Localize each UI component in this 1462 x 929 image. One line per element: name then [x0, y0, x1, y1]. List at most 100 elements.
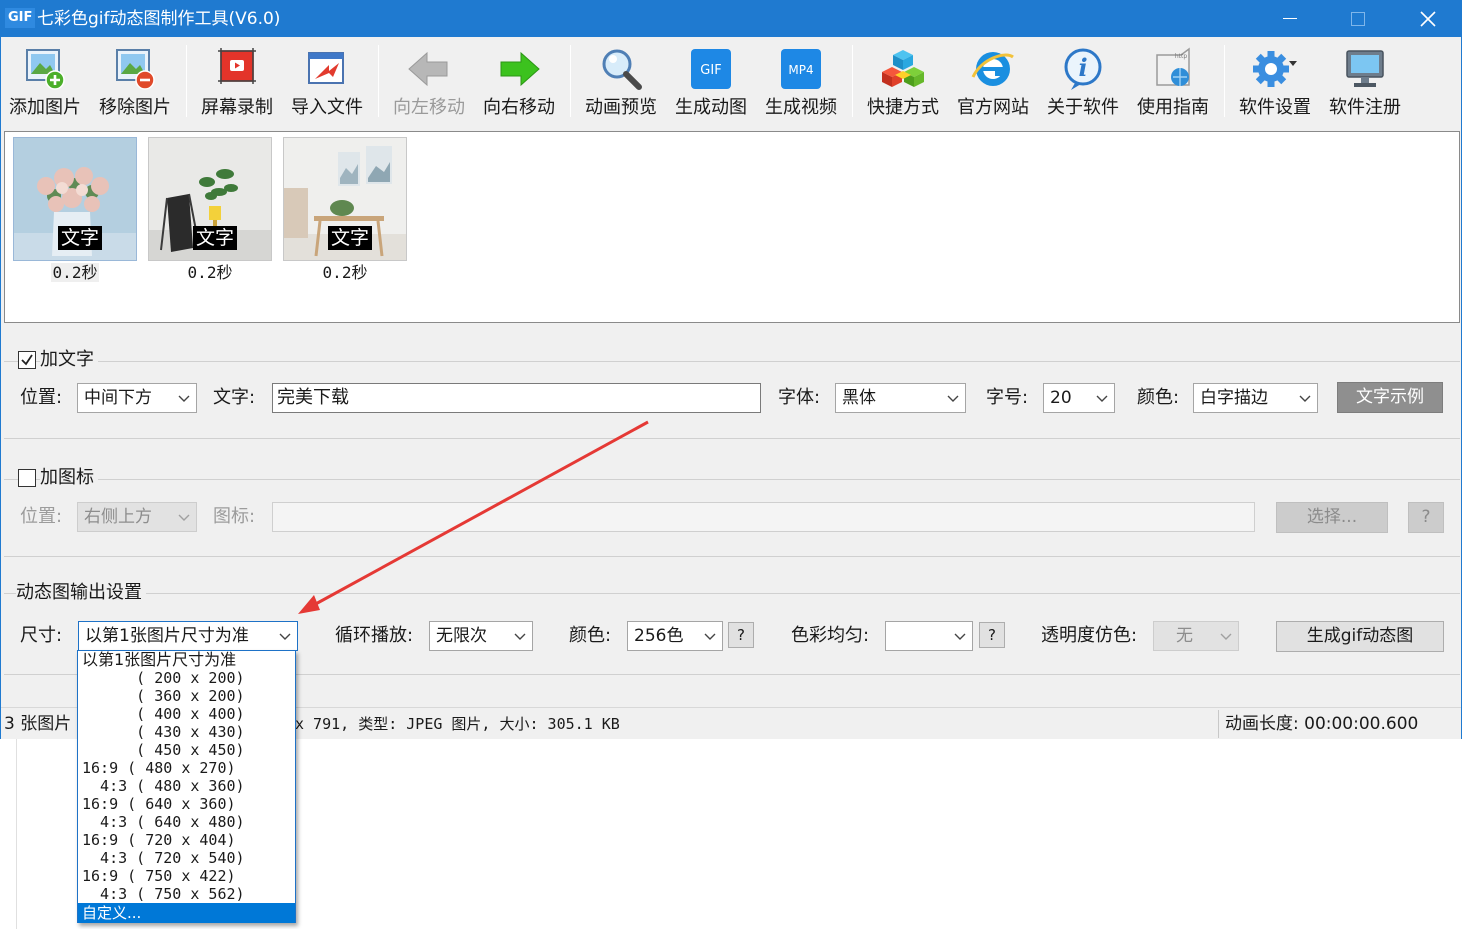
- size-option[interactable]: ( 400 x 400): [78, 705, 295, 723]
- size-option[interactable]: ( 430 x 430): [78, 723, 295, 741]
- size-option[interactable]: ( 360 x 200): [78, 687, 295, 705]
- official-site-button[interactable]: 官方网站: [950, 43, 1036, 123]
- size-option[interactable]: ( 200 x 200): [78, 669, 295, 687]
- check-icon: [21, 354, 33, 366]
- gear-icon: [1253, 51, 1297, 87]
- remove-image-icon: [116, 49, 155, 90]
- generate-video-label: 生成视频: [765, 97, 837, 118]
- toolbar-separator: [186, 45, 187, 117]
- size-option[interactable]: 16:9 ( 750 x 422): [78, 867, 295, 885]
- size-option[interactable]: 4:3 ( 640 x 480): [78, 813, 295, 831]
- title-bar[interactable]: GIF 七彩色gif动态图制作工具(V6.0): [1, 1, 1461, 37]
- loop-select[interactable]: 无限次: [429, 621, 533, 651]
- balance-help-button[interactable]: ?: [979, 622, 1005, 648]
- size-option[interactable]: 16:9 ( 720 x 404): [78, 831, 295, 849]
- close-icon: [1420, 11, 1436, 27]
- chevron-down-icon: [1096, 395, 1108, 402]
- remove-image-button[interactable]: 移除图片: [92, 43, 178, 123]
- chevron-down-icon: [947, 395, 959, 402]
- close-button[interactable]: [1393, 1, 1462, 37]
- add-image-label: 添加图片: [9, 97, 81, 118]
- background-divider: [16, 739, 17, 929]
- shortcut-cubes-icon: [882, 50, 924, 87]
- icon-path-input[interactable]: [272, 502, 1255, 532]
- size-option[interactable]: 以第1张图片尺寸为准: [78, 651, 295, 669]
- generate-gif-button[interactable]: 生成gif动态图: [1276, 621, 1444, 652]
- svg-text:MP4: MP4: [788, 63, 813, 77]
- window-title: 七彩色gif动态图制作工具(V6.0): [37, 9, 281, 29]
- mp4-icon: MP4: [781, 49, 821, 89]
- image-thumbnail[interactable]: 文字: [283, 137, 407, 261]
- chevron-down-icon: [704, 633, 716, 640]
- text-content-input[interactable]: 完美下载: [272, 383, 761, 413]
- shortcut-button[interactable]: 快捷方式: [860, 43, 946, 123]
- color-balance-select[interactable]: [885, 621, 973, 651]
- output-size-select[interactable]: 以第1张图片尺寸为准: [78, 621, 298, 651]
- user-guide-button[interactable]: http 使用指南: [1130, 43, 1216, 123]
- animation-preview-label: 动画预览: [585, 97, 657, 118]
- size-option[interactable]: 16:9 ( 640 x 360): [78, 795, 295, 813]
- font-size-select[interactable]: 20: [1043, 383, 1115, 413]
- animation-preview-button[interactable]: 动画预览: [578, 43, 664, 123]
- size-dropdown-list[interactable]: 以第1张图片尺寸为准 ( 200 x 200) ( 360 x 200) ( 4…: [77, 650, 296, 923]
- chevron-down-icon: [1220, 633, 1232, 640]
- toolbar-separator: [570, 45, 571, 117]
- thumbnail-duration: 0.2秒: [50, 263, 100, 282]
- output-color-select[interactable]: 256色: [627, 621, 723, 651]
- register-button[interactable]: 软件注册: [1322, 43, 1408, 123]
- browser-icon: [971, 52, 1014, 86]
- toolbar: 添加图片 移除图片 屏幕录制 导入文件 向左移动 向右移动 动画预览 GIF 生…: [1, 37, 1461, 129]
- generate-video-button[interactable]: MP4 生成视频: [758, 43, 844, 123]
- import-file-button[interactable]: 导入文件: [284, 43, 370, 123]
- gif-icon: GIF: [691, 49, 731, 89]
- size-option[interactable]: 自定义...: [78, 903, 295, 923]
- text-color-select[interactable]: 白字描边: [1193, 383, 1318, 413]
- add-image-button[interactable]: 添加图片: [2, 43, 88, 123]
- add-icon-group: 加图标 位置: 右侧上方 图标: 选择... ?: [4, 459, 1460, 557]
- choose-icon-button[interactable]: 选择...: [1276, 502, 1388, 533]
- move-right-button[interactable]: 向右移动: [476, 43, 562, 123]
- size-option[interactable]: 4:3 ( 480 x 360): [78, 777, 295, 795]
- text-position-select[interactable]: 中间下方: [77, 383, 197, 413]
- minimize-button[interactable]: [1255, 1, 1325, 37]
- output-size-label: 尺寸:: [20, 625, 63, 646]
- generate-gif-toolbar-button[interactable]: GIF 生成动图: [668, 43, 754, 123]
- settings-label: 软件设置: [1239, 97, 1311, 118]
- official-site-label: 官方网站: [957, 97, 1029, 118]
- size-option[interactable]: 16:9 ( 480 x 270): [78, 759, 295, 777]
- remove-image-label: 移除图片: [99, 97, 171, 118]
- screen-record-button[interactable]: 屏幕录制: [194, 43, 280, 123]
- image-thumbnail[interactable]: 文字: [148, 137, 272, 261]
- import-file-icon: [308, 52, 344, 84]
- svg-text:http: http: [1175, 53, 1188, 60]
- size-options: 以第1张图片尺寸为准 ( 200 x 200) ( 360 x 200) ( 4…: [78, 651, 295, 923]
- size-option[interactable]: ( 450 x 450): [78, 741, 295, 759]
- maximize-button[interactable]: [1323, 1, 1393, 37]
- text-content-label: 文字:: [213, 387, 256, 408]
- icon-help-button[interactable]: ?: [1408, 502, 1444, 533]
- status-animation-duration: 动画长度: 00:00:00.600: [1225, 714, 1419, 734]
- text-sample-button[interactable]: 文字示例: [1337, 382, 1443, 413]
- icon-position-select[interactable]: 右侧上方: [77, 502, 197, 532]
- image-list[interactable]: 文字 0.2秒 文字 0.2秒 文字 0.2秒: [4, 131, 1460, 323]
- status-divider: [1218, 710, 1219, 738]
- generate-gif-label: 生成动图: [675, 97, 747, 118]
- magnifier-icon: [602, 49, 642, 90]
- add-image-icon: [26, 49, 65, 90]
- size-option[interactable]: 4:3 ( 720 x 540): [78, 849, 295, 867]
- add-icon-checkbox[interactable]: [18, 469, 36, 487]
- chevron-down-icon: [279, 633, 291, 640]
- move-left-button[interactable]: 向左移动: [386, 43, 472, 123]
- image-thumbnail[interactable]: 文字: [13, 137, 137, 261]
- size-option[interactable]: 4:3 ( 750 x 562): [78, 885, 295, 903]
- thumbnail-caption: 文字: [58, 226, 103, 250]
- transparency-select[interactable]: 无: [1153, 621, 1239, 651]
- color-help-button[interactable]: ?: [728, 622, 754, 648]
- about-button[interactable]: i 关于软件: [1040, 43, 1126, 123]
- font-select[interactable]: 黑体: [835, 383, 966, 413]
- add-text-checkbox[interactable]: [18, 351, 36, 369]
- svg-text:GIF: GIF: [700, 63, 721, 78]
- settings-button[interactable]: 软件设置: [1232, 43, 1318, 123]
- register-label: 软件注册: [1329, 97, 1401, 118]
- arrow-right-icon: [500, 51, 540, 87]
